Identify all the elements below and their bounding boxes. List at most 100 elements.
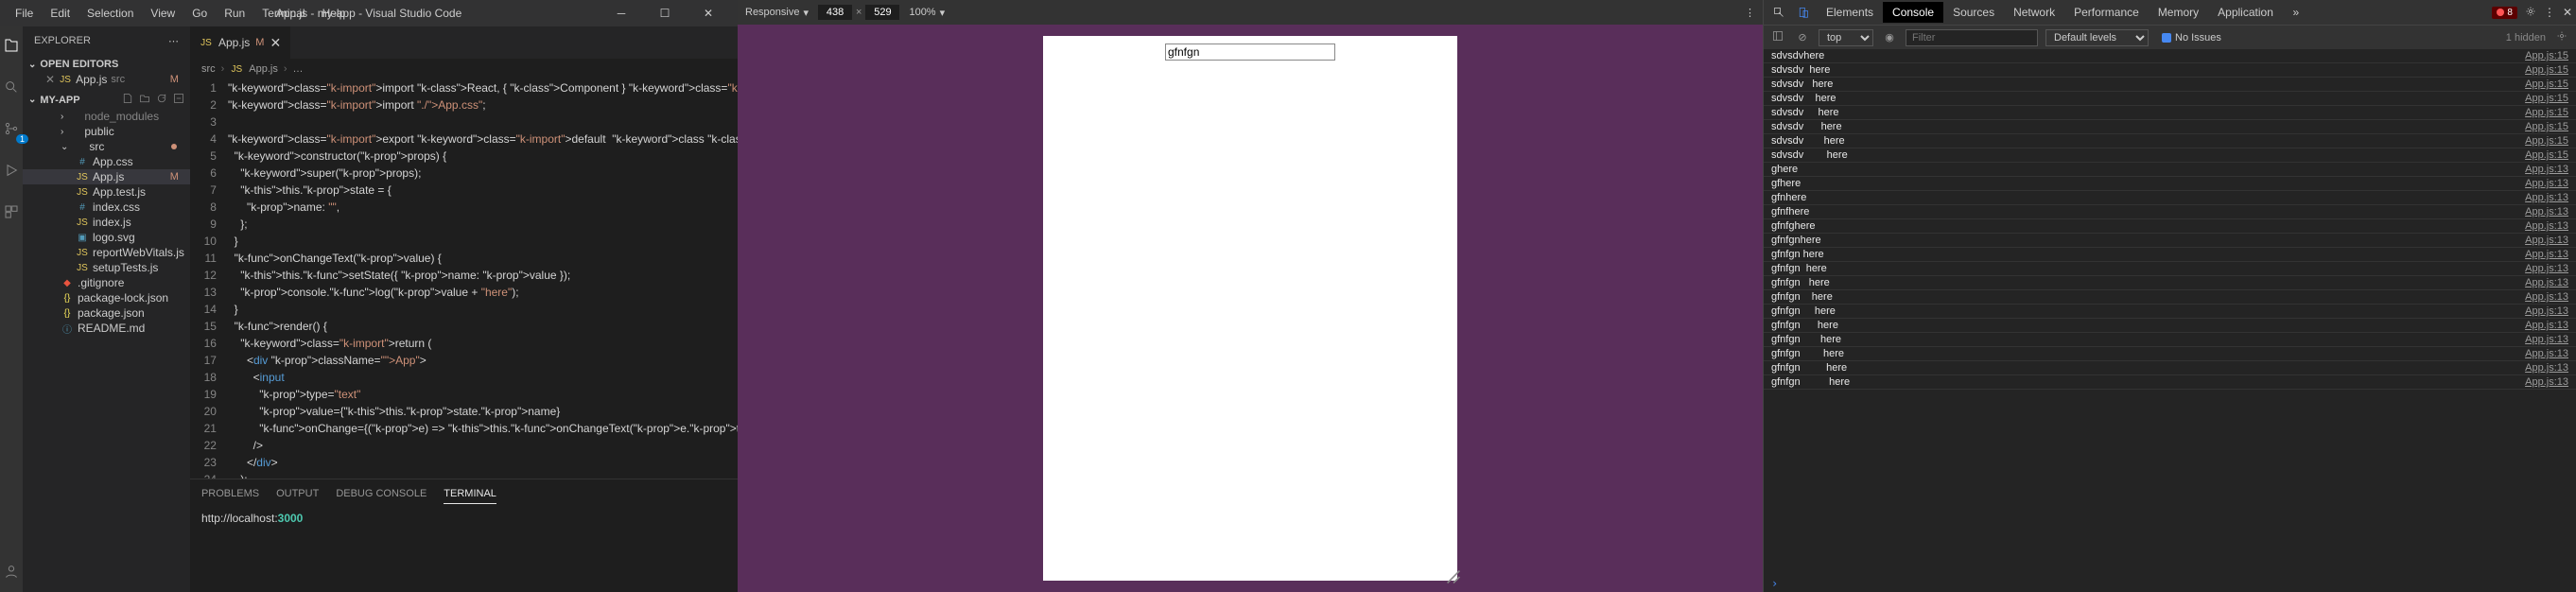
more-icon[interactable]: ⋮ — [1745, 7, 1755, 19]
settings-icon[interactable] — [2553, 30, 2570, 44]
resize-handle-icon[interactable] — [1446, 569, 1455, 579]
console-log-row[interactable]: gfnfghereApp.js:13 — [1764, 219, 2576, 234]
minimize-button[interactable]: ─ — [600, 0, 643, 26]
console-log-row[interactable]: sdvsdv hereApp.js:15 — [1764, 134, 2576, 148]
panel-tab-terminal[interactable]: TERMINAL — [444, 484, 496, 504]
settings-icon[interactable] — [2525, 6, 2536, 20]
log-source-link[interactable]: App.js:15 — [2525, 135, 2568, 147]
more-tabs-icon[interactable]: » — [2285, 6, 2307, 19]
maximize-button[interactable]: ☐ — [643, 0, 687, 26]
close-button[interactable]: ✕ — [687, 0, 730, 26]
log-source-link[interactable]: App.js:13 — [2525, 277, 2568, 288]
tree-item-App-js[interactable]: JSApp.jsM — [23, 169, 190, 184]
log-source-link[interactable]: App.js:15 — [2525, 121, 2568, 132]
panel-tab-problems[interactable]: PROBLEMS — [201, 484, 259, 503]
log-source-link[interactable]: App.js:13 — [2525, 192, 2568, 203]
tree-item-public[interactable]: ›public — [23, 124, 190, 139]
width-input[interactable] — [818, 5, 852, 20]
log-source-link[interactable]: App.js:13 — [2525, 376, 2568, 388]
tree-item-App-css[interactable]: #App.css — [23, 154, 190, 169]
tree-item--gitignore[interactable]: ◆.gitignore — [23, 275, 190, 290]
tree-item-README-md[interactable]: ⓘREADME.md — [23, 321, 190, 336]
console-log-row[interactable]: sdvsdv hereApp.js:15 — [1764, 92, 2576, 106]
search-icon[interactable] — [0, 76, 23, 98]
console-log-row[interactable]: sdvsdv hereApp.js:15 — [1764, 148, 2576, 163]
log-source-link[interactable]: App.js:13 — [2525, 362, 2568, 374]
log-source-link[interactable]: App.js:13 — [2525, 206, 2568, 218]
log-source-link[interactable]: App.js:15 — [2525, 93, 2568, 104]
more-icon[interactable]: ⋯ — [168, 35, 179, 47]
open-editors-header[interactable]: ⌄ OPEN EDITORS — [23, 57, 190, 72]
devtools-tab-memory[interactable]: Memory — [2149, 2, 2208, 23]
accounts-icon[interactable] — [0, 560, 23, 583]
log-source-link[interactable]: App.js:13 — [2525, 291, 2568, 303]
console-log-list[interactable]: sdvsdvhereApp.js:15sdvsdv hereApp.js:15s… — [1764, 49, 2576, 575]
breadcrumb-ellipsis[interactable]: … — [293, 63, 304, 75]
error-badge[interactable]: 8 — [2492, 7, 2517, 19]
devtools-tab-sources[interactable]: Sources — [1943, 2, 2004, 23]
log-source-link[interactable]: App.js:13 — [2525, 320, 2568, 331]
zoom-select[interactable]: 100% ▾ — [909, 7, 945, 19]
menu-edit[interactable]: Edit — [43, 3, 78, 24]
tab-close-icon[interactable]: ✕ — [270, 35, 281, 51]
console-log-row[interactable]: gfnfgn hereApp.js:13 — [1764, 333, 2576, 347]
tree-item-reportWebVitals-js[interactable]: JSreportWebVitals.js — [23, 245, 190, 260]
panel-tab-debug-console[interactable]: DEBUG CONSOLE — [336, 484, 426, 503]
console-log-row[interactable]: gfhereApp.js:13 — [1764, 177, 2576, 191]
log-source-link[interactable]: App.js:13 — [2525, 164, 2568, 175]
menu-file[interactable]: File — [8, 3, 41, 24]
console-log-row[interactable]: gfnfgn hereApp.js:13 — [1764, 305, 2576, 319]
terminal-body[interactable]: http://localhost:3000 — [190, 508, 738, 592]
console-log-row[interactable]: gfnfgn hereApp.js:13 — [1764, 347, 2576, 361]
device-select[interactable]: Responsive ▾ — [745, 7, 809, 19]
open-editor-item[interactable]: ✕ JS App.js src M — [23, 72, 190, 87]
explorer-icon[interactable] — [0, 34, 23, 57]
console-log-row[interactable]: sdvsdv hereApp.js:15 — [1764, 106, 2576, 120]
log-source-link[interactable]: App.js:13 — [2525, 334, 2568, 345]
console-log-row[interactable]: gfnfgn hereApp.js:13 — [1764, 248, 2576, 262]
panel-tab-output[interactable]: OUTPUT — [276, 484, 319, 503]
sidebar-toggle-icon[interactable] — [1769, 30, 1786, 44]
devtools-tab-elements[interactable]: Elements — [1817, 2, 1883, 23]
context-select[interactable]: top — [1819, 29, 1873, 46]
tree-item-App-test-js[interactable]: JSApp.test.js — [23, 184, 190, 200]
tree-item-index-js[interactable]: JSindex.js — [23, 215, 190, 230]
tree-item-logo-svg[interactable]: ▣logo.svg — [23, 230, 190, 245]
log-source-link[interactable]: App.js:13 — [2525, 305, 2568, 317]
console-log-row[interactable]: gfnfgn hereApp.js:13 — [1764, 375, 2576, 390]
devtools-tab-application[interactable]: Application — [2208, 2, 2283, 23]
device-toggle-icon[interactable] — [1792, 7, 1815, 18]
console-log-row[interactable]: gfnhereApp.js:13 — [1764, 191, 2576, 205]
code-editor[interactable]: 1234567891011121314151617181920212223242… — [190, 79, 738, 479]
devtools-tab-performance[interactable]: Performance — [2064, 2, 2149, 23]
tree-item-index-css[interactable]: #index.css — [23, 200, 190, 215]
console-log-row[interactable]: sdvsdv hereApp.js:15 — [1764, 120, 2576, 134]
tree-item-package-lock-json[interactable]: {}package-lock.json — [23, 290, 190, 305]
tree-item-setupTests-js[interactable]: JSsetupTests.js — [23, 260, 190, 275]
console-log-row[interactable]: gfnfgn hereApp.js:13 — [1764, 290, 2576, 305]
log-source-link[interactable]: App.js:15 — [2525, 64, 2568, 76]
menu-view[interactable]: View — [143, 3, 183, 24]
console-log-row[interactable]: gfnfgn hereApp.js:13 — [1764, 276, 2576, 290]
console-log-row[interactable]: gfnfgn hereApp.js:13 — [1764, 361, 2576, 375]
console-log-row[interactable]: gfnfgnhereApp.js:13 — [1764, 234, 2576, 248]
inspect-icon[interactable] — [1767, 7, 1790, 18]
devtools-tab-network[interactable]: Network — [2004, 2, 2064, 23]
close-icon[interactable]: ✕ — [45, 73, 55, 86]
more-icon[interactable]: ⋮ — [2544, 6, 2555, 19]
collapse-icon[interactable] — [173, 93, 184, 107]
close-devtools-icon[interactable]: ✕ — [2563, 6, 2572, 19]
console-log-row[interactable]: sdvsdvhereApp.js:15 — [1764, 49, 2576, 63]
log-source-link[interactable]: App.js:13 — [2525, 263, 2568, 274]
tree-item-node_modules[interactable]: ›node_modules — [23, 109, 190, 124]
log-source-link[interactable]: App.js:13 — [2525, 178, 2568, 189]
devtools-tab-console[interactable]: Console — [1883, 2, 1943, 23]
height-input[interactable] — [865, 5, 899, 20]
menu-selection[interactable]: Selection — [79, 3, 141, 24]
log-source-link[interactable]: App.js:15 — [2525, 78, 2568, 90]
live-expression-icon[interactable]: ◉ — [1881, 31, 1898, 44]
console-log-row[interactable]: gfnfhereApp.js:13 — [1764, 205, 2576, 219]
hidden-count[interactable]: 1 hidden — [2506, 32, 2546, 44]
code-content[interactable]: "k-keyword">class="k-import">import "k-c… — [228, 79, 738, 479]
console-prompt[interactable]: › — [1764, 575, 2576, 592]
